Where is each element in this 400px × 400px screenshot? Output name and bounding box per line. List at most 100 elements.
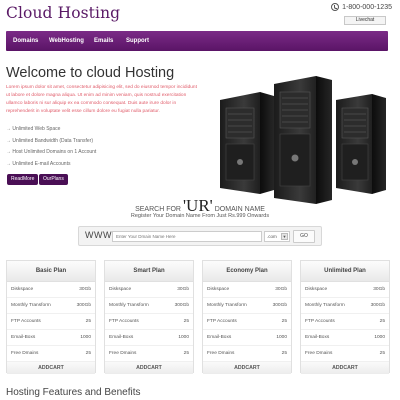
row-label: Diskspace [109, 287, 132, 292]
plan-title: Economy Plan [203, 261, 291, 282]
table-row: Free Dmains 25 [7, 346, 95, 362]
livechat-button[interactable]: Livechat [344, 16, 386, 25]
row-value: 25 [85, 351, 91, 356]
row-value: 300Gb [272, 303, 287, 308]
go-button[interactable]: GO [293, 230, 315, 243]
list-item: Unlimited Web Space [6, 124, 206, 136]
tld-value: .com [267, 234, 277, 239]
row-label: Diskspace [11, 287, 34, 292]
plan-card-basic: Basic Plan Diskspace 30Gb Monthly Transfo… [6, 260, 96, 374]
row-value: 300Gb [370, 303, 385, 308]
main-nav: Domains WebHosting Emails Support [6, 31, 388, 51]
top-bar: Cloud Hosting 1-800-000-1235 Livechat [0, 0, 400, 30]
row-value: 1000 [374, 335, 385, 340]
addcart-button[interactable]: ADDCART [301, 362, 389, 374]
row-label: Email-Boxs [11, 335, 36, 340]
our-plans-button[interactable]: OurPlans [39, 174, 68, 185]
row-value: 1000 [276, 335, 287, 340]
phone-icon [331, 3, 340, 11]
hero-text: Lorem ipsum dolor sit amet, consectetur … [6, 85, 197, 114]
row-label: FTP Accounts [305, 319, 335, 324]
www-label: WWW. [85, 230, 115, 240]
addcart-button[interactable]: ADDCART [203, 362, 291, 374]
table-row: Diskspace 30Gb [7, 282, 95, 298]
row-value: 30Gb [177, 287, 189, 292]
table-row: Free Dmains 25 [203, 346, 291, 362]
search-prefix: SEARCH FOR [135, 206, 181, 213]
features-section-title: Hosting Features and Benefits [6, 387, 141, 398]
table-row: Email-Boxs 1000 [105, 330, 193, 346]
row-label: FTP Accounts [11, 319, 41, 324]
row-label: FTP Accounts [207, 319, 237, 324]
logo[interactable]: Cloud Hosting [6, 4, 120, 22]
table-row: Email-Boxs 1000 [203, 330, 291, 346]
plan-card-unlimited: Unlimited Plan Diskspace 30Gb Monthly Tra… [300, 260, 390, 374]
row-label: Email-Boxs [207, 335, 232, 340]
server-center [274, 76, 332, 204]
phone-text: 1-800-000-1235 [342, 3, 392, 11]
row-value: 25 [379, 351, 385, 356]
plan-title: Unlimited Plan [301, 261, 389, 282]
table-row: FTP Accounts 25 [301, 314, 389, 330]
nav-item-domains[interactable]: Domains [13, 31, 38, 51]
domain-input[interactable] [112, 231, 262, 242]
row-value: 25 [85, 319, 91, 324]
tld-select[interactable]: .com ▼ [264, 231, 290, 242]
row-value: 25 [379, 319, 385, 324]
nav-item-webhosting[interactable]: WebHosting [49, 31, 84, 51]
row-value: 25 [183, 351, 189, 356]
domain-search-box: WWW. .com ▼ GO [78, 226, 322, 246]
addcart-button[interactable]: ADDCART [105, 362, 193, 374]
plan-title: Smart Plan [105, 261, 193, 282]
table-row: Monthly Transform 300Gb [105, 298, 193, 314]
table-row: FTP Accounts 25 [105, 314, 193, 330]
nav-item-emails[interactable]: Emails [94, 31, 113, 51]
nav-item-support[interactable]: Support [126, 31, 149, 51]
row-label: Free Dmains [207, 351, 235, 356]
chevron-down-icon: ▼ [281, 233, 288, 240]
table-row: Email-Boxs 1000 [301, 330, 389, 346]
row-value: 25 [281, 319, 287, 324]
phone-number: 1-800-000-1235 [331, 3, 392, 11]
row-label: Free Dmains [109, 351, 137, 356]
table-row: Free Dmains 25 [105, 346, 193, 362]
row-label: Email-Boxs [305, 335, 330, 340]
row-label: Free Dmains [11, 351, 39, 356]
server-left [220, 92, 274, 194]
table-row: Monthly Transform 300Gb [203, 298, 291, 314]
table-row: Free Dmains 25 [301, 346, 389, 362]
row-label: FTP Accounts [109, 319, 139, 324]
servers-image [220, 76, 386, 204]
search-suffix: DOMAIN NAME [214, 206, 265, 213]
plan-card-economy: Economy Plan Diskspace 30Gb Monthly Trans… [202, 260, 292, 374]
hero-title: Welcome to cloud Hosting [6, 65, 175, 81]
list-item: Unlimited Bandwidth (Data Transfer) [6, 136, 206, 148]
list-item: Unlimited E-mail Accounts [6, 159, 206, 171]
row-label: Email-Boxs [109, 335, 134, 340]
row-label: Diskspace [305, 287, 328, 292]
table-row: FTP Accounts 25 [7, 314, 95, 330]
row-value: 300Gb [76, 303, 91, 308]
row-value: 30Gb [275, 287, 287, 292]
feature-list: Unlimited Web Space Unlimited Bandwidth … [6, 124, 206, 171]
row-value: 1000 [178, 335, 189, 340]
row-label: Free Dmains [305, 351, 333, 356]
row-value: 1000 [80, 335, 91, 340]
search-subtitle: Register Your Domain Name From Just Rs.9… [130, 213, 270, 219]
table-row: Diskspace 30Gb [301, 282, 389, 298]
row-label: Monthly Transform [207, 303, 247, 308]
row-value: 30Gb [79, 287, 91, 292]
row-value: 300Gb [174, 303, 189, 308]
table-row: FTP Accounts 25 [203, 314, 291, 330]
read-more-button[interactable]: ReadMore [7, 174, 39, 185]
row-value: 25 [281, 351, 287, 356]
plan-title: Basic Plan [7, 261, 95, 282]
table-row: Email-Boxs 1000 [7, 330, 95, 346]
row-label: Monthly Transform [305, 303, 345, 308]
table-row: Diskspace 30Gb [105, 282, 193, 298]
plan-card-smart: Smart Plan Diskspace 30Gb Monthly Transfo… [104, 260, 194, 374]
addcart-button[interactable]: ADDCART [7, 362, 95, 374]
row-value: 25 [183, 319, 189, 324]
table-row: Diskspace 30Gb [203, 282, 291, 298]
table-row: Monthly Transform 300Gb [301, 298, 389, 314]
